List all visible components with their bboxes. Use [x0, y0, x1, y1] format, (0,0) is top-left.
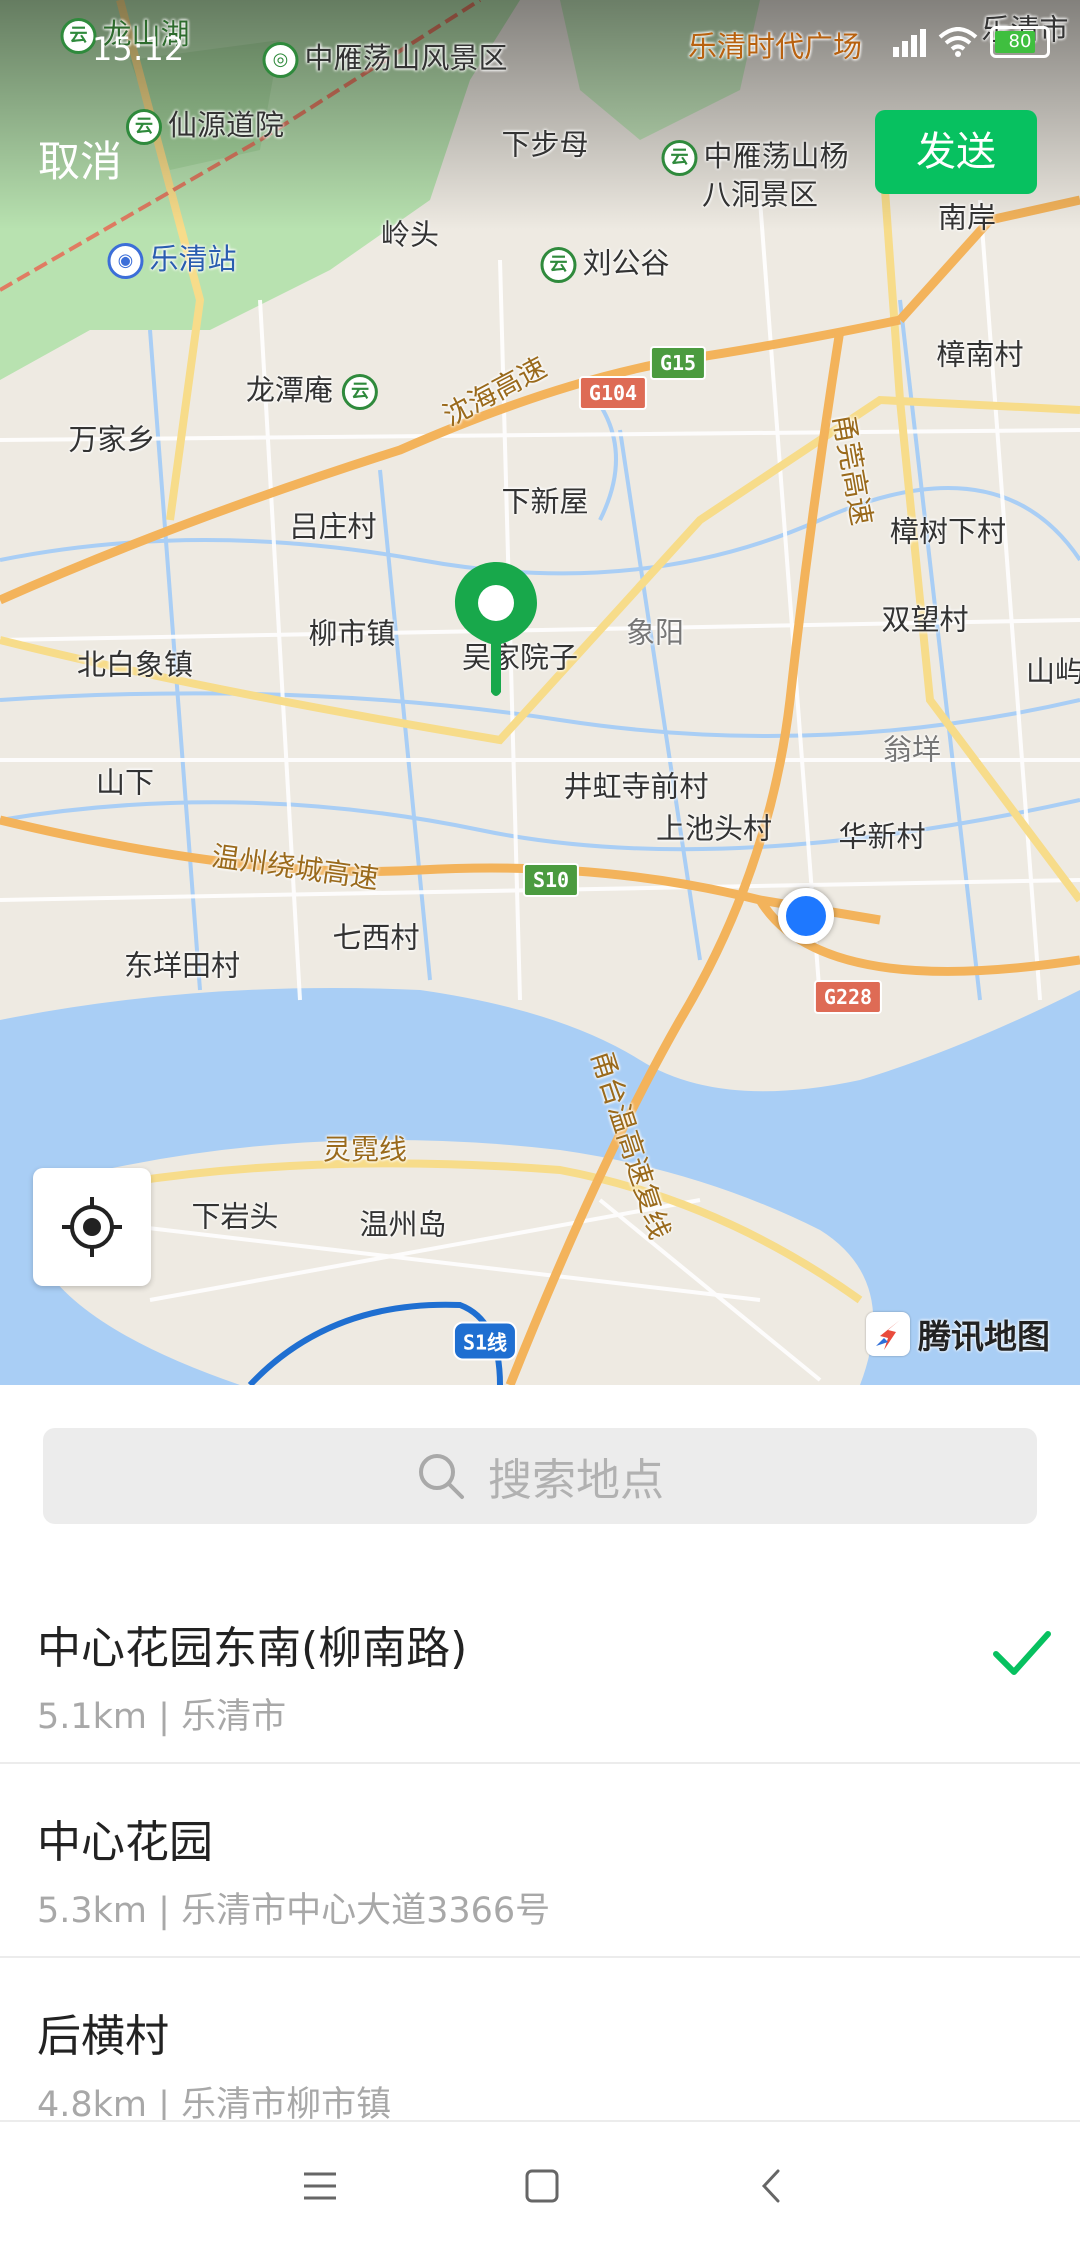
map-label: 华新村 — [838, 819, 926, 854]
result-subtitle: 5.1km | 乐清市 — [37, 1697, 287, 1737]
locate-me-button[interactable] — [33, 1168, 151, 1286]
map-label: 云中雁荡山杨 — [661, 140, 849, 176]
result-title: 中心花园东南(柳南路) — [37, 1623, 468, 1674]
tencent-map-logo-icon — [866, 1312, 910, 1356]
road-shield: G104 — [578, 376, 648, 410]
map-label: 樟树下村 — [889, 514, 1007, 549]
result-title: 中心花园 — [37, 1817, 213, 1868]
map-label: 七西村 — [332, 920, 420, 955]
map-label: ◉ 乐清站 — [107, 243, 237, 279]
map-label: 温州岛 — [359, 1207, 447, 1242]
map-label: 樟南村 — [936, 337, 1024, 372]
map-label: 井虹寺前村 — [563, 769, 709, 804]
road-shield: S10 — [522, 863, 580, 897]
status-icons: 80 — [893, 26, 1050, 58]
map-pin-icon — [455, 562, 537, 696]
map-label: ◎ 中雁荡山风景区 — [262, 42, 508, 78]
map-label: 山屿 — [1025, 654, 1080, 689]
send-button[interactable]: 发送 — [875, 110, 1037, 194]
check-icon — [993, 1631, 1051, 1675]
map-view[interactable]: 云龙山湖 ◎ 中雁荡山风景区 乐清时代广场 乐清市 云仙源道院 下步母 云中雁荡山… — [0, 0, 1080, 1385]
map-label: 乐清时代广场 — [687, 29, 863, 64]
menu-icon[interactable] — [302, 2168, 338, 2204]
map-label: 吕庄村 — [289, 509, 377, 544]
result-title: 后横村 — [37, 2011, 169, 2062]
map-label: 上池头村 — [655, 811, 773, 846]
location-result-item[interactable]: 中心花园东南(柳南路) 5.1km | 乐清市 — [0, 1568, 1080, 1764]
map-label: 灵霓线 — [322, 1133, 408, 1166]
search-icon — [419, 1454, 464, 1499]
map-label: 山下 — [95, 765, 155, 800]
map-label: 东垟田村 — [123, 948, 241, 983]
map-label: 北白象镇 — [76, 647, 194, 682]
brand-label: 腾讯地图 — [918, 1317, 1050, 1356]
system-nav-bar — [0, 2120, 1080, 2250]
map-label: 八洞景区 — [701, 177, 819, 212]
map-label: 万家乡 — [68, 422, 156, 457]
status-time: 15:12 — [92, 30, 185, 68]
cancel-button[interactable]: 取消 — [38, 128, 122, 189]
crosshair-icon — [62, 1197, 122, 1257]
location-result-item[interactable]: 中心花园 5.3km | 乐清市中心大道3366号 — [0, 1762, 1080, 1958]
search-placeholder: 搜索地点 — [488, 1455, 664, 1506]
map-label: 云仙源道院 — [125, 109, 284, 145]
map-label: 南岸 — [937, 200, 997, 235]
road-shield: G15 — [649, 346, 707, 380]
map-label: 双望村 — [881, 602, 969, 637]
search-input[interactable]: 搜索地点 — [43, 1428, 1037, 1524]
home-icon[interactable] — [524, 2168, 560, 2204]
map-label: 翁垟 — [882, 732, 942, 767]
map-label: 柳市镇 — [308, 616, 396, 651]
road-shield: S1线 — [452, 1321, 518, 1361]
map-label: 岭头 — [380, 217, 440, 252]
result-subtitle: 5.3km | 乐清市中心大道3366号 — [37, 1891, 551, 1931]
map-brand: 腾讯地图 — [866, 1310, 1050, 1358]
wifi-icon — [938, 27, 978, 57]
map-label: 下步母 — [501, 127, 589, 162]
signal-icon — [893, 27, 926, 57]
map-label: 下岩头 — [191, 1199, 279, 1234]
map-label: 云刘公谷 — [540, 247, 670, 283]
map-label: 龙潭庵 云 — [246, 374, 384, 410]
map-label: 下新屋 — [501, 484, 589, 519]
back-icon[interactable] — [754, 2168, 790, 2204]
road-shield: G228 — [813, 980, 883, 1014]
current-location-dot — [778, 888, 834, 944]
battery-level: 80 — [1008, 31, 1032, 52]
map-label: 象阳 — [625, 615, 685, 650]
battery-icon: 80 — [990, 26, 1050, 58]
